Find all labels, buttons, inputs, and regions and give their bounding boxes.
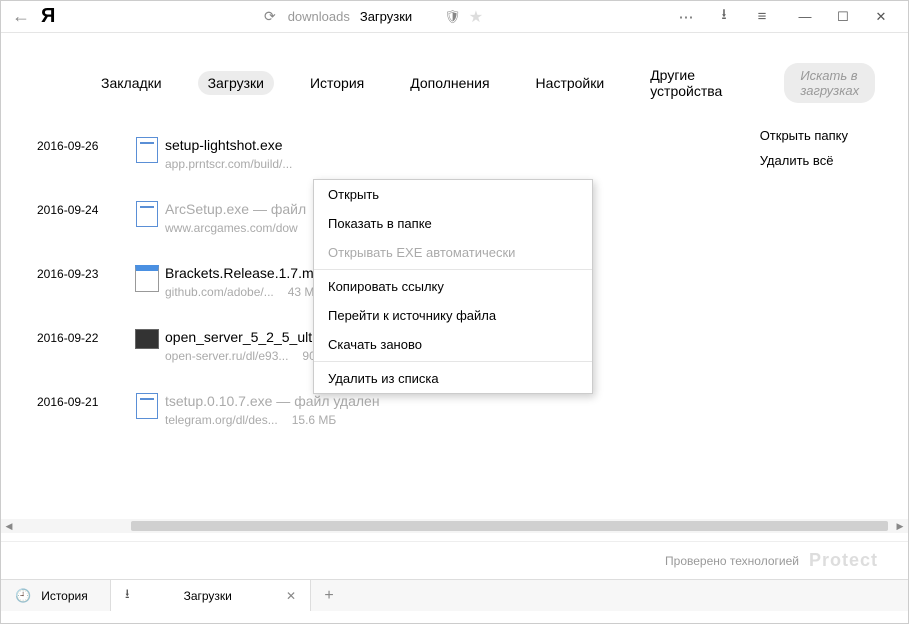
bottom-tab-bar: 🕘 История ⭳ Загрузки ✕ + bbox=[1, 579, 908, 611]
address-label: downloads bbox=[288, 9, 350, 24]
bookmark-star-icon[interactable]: ★ bbox=[469, 7, 483, 27]
context-menu: Открыть Показать в папке Открывать EXE а… bbox=[313, 179, 593, 394]
maximize-button[interactable]: ☐ bbox=[828, 2, 858, 32]
menu-remove[interactable]: Удалить из списка bbox=[314, 364, 592, 393]
bottom-tab-label: Загрузки bbox=[140, 589, 276, 603]
menu-icon[interactable]: ≡ bbox=[752, 8, 772, 25]
file-icon bbox=[129, 137, 165, 165]
reload-icon[interactable]: ⟳ bbox=[264, 8, 276, 25]
more-icon[interactable]: ⋯ bbox=[676, 8, 696, 26]
scroll-right-arrow[interactable]: ▶ bbox=[892, 519, 908, 533]
browser-logo[interactable]: Я bbox=[41, 5, 71, 28]
download-date: 2016-09-23 bbox=[37, 265, 129, 281]
shield-icon[interactable]: 🛡 bbox=[444, 9, 461, 25]
footer-status: Проверено технологией Protect bbox=[1, 541, 908, 579]
download-size: 15.6 МБ bbox=[292, 413, 337, 427]
download-source: app.prntscr.com/build/... bbox=[165, 157, 292, 171]
horizontal-scrollbar[interactable]: ◀ ▶ bbox=[1, 519, 908, 533]
close-tab-icon[interactable]: ✕ bbox=[286, 589, 296, 603]
protect-brand: Protect bbox=[809, 550, 878, 571]
titlebar: ← Я ⟳ downloads Загрузки 🛡 ★ ⋯ ⭳ ≡ — ☐ ✕ bbox=[1, 1, 908, 33]
nav-tabs: Закладки Загрузки История Дополнения Нас… bbox=[1, 33, 908, 123]
download-source: open-server.ru/dl/e93... bbox=[165, 349, 288, 363]
bottom-tab-downloads[interactable]: ⭳ Загрузки ✕ bbox=[111, 580, 311, 611]
download-icon: ⭳ bbox=[125, 585, 130, 607]
menu-separator bbox=[314, 269, 592, 270]
address-title: Загрузки bbox=[360, 9, 412, 24]
scroll-thumb[interactable] bbox=[131, 521, 888, 531]
bottom-tab-label: История bbox=[41, 589, 88, 603]
download-date: 2016-09-22 bbox=[37, 329, 129, 345]
minimize-button[interactable]: — bbox=[790, 2, 820, 32]
tab-history[interactable]: История bbox=[300, 71, 374, 95]
app-icon bbox=[129, 265, 165, 293]
tab-bookmarks[interactable]: Закладки bbox=[91, 71, 172, 95]
terminal-icon bbox=[129, 329, 165, 357]
download-date: 2016-09-24 bbox=[37, 201, 129, 217]
download-source: github.com/adobe/... bbox=[165, 285, 274, 299]
content-area: Закладки Загрузки История Дополнения Нас… bbox=[1, 33, 908, 579]
new-tab-button[interactable]: + bbox=[311, 580, 347, 611]
tab-downloads[interactable]: Загрузки bbox=[198, 71, 274, 95]
scroll-left-arrow[interactable]: ◀ bbox=[1, 519, 17, 533]
download-date: 2016-09-21 bbox=[37, 393, 129, 409]
open-folder-link[interactable]: Открыть папку bbox=[760, 128, 848, 143]
back-button[interactable]: ← bbox=[1, 6, 41, 27]
tab-devices[interactable]: Другие устройства bbox=[640, 63, 732, 103]
menu-auto-open-exe: Открывать EXE автоматически bbox=[314, 238, 592, 267]
download-filename: tsetup.0.10.7.exe — файл удален bbox=[165, 393, 872, 409]
address-bar[interactable]: ⟳ downloads Загрузки 🛡 ★ bbox=[71, 5, 676, 28]
menu-separator bbox=[314, 361, 592, 362]
side-actions: Открыть папку Удалить всё bbox=[760, 128, 848, 178]
file-icon bbox=[129, 393, 165, 421]
menu-show-in-folder[interactable]: Показать в папке bbox=[314, 209, 592, 238]
clock-icon: 🕘 bbox=[15, 588, 31, 604]
download-date: 2016-09-26 bbox=[37, 137, 129, 153]
status-text: Проверено технологией bbox=[665, 554, 799, 568]
download-row[interactable]: 2016-09-26 setup-lightshot.exe app.prnts… bbox=[37, 123, 872, 187]
close-window-button[interactable]: ✕ bbox=[866, 2, 896, 32]
file-icon bbox=[129, 201, 165, 229]
menu-redownload[interactable]: Скачать заново bbox=[314, 330, 592, 359]
tab-settings[interactable]: Настройки bbox=[526, 71, 615, 95]
menu-copy-link[interactable]: Копировать ссылку bbox=[314, 272, 592, 301]
menu-open[interactable]: Открыть bbox=[314, 180, 592, 209]
download-source: www.arcgames.com/dow bbox=[165, 221, 298, 235]
tab-addons[interactable]: Дополнения bbox=[400, 71, 499, 95]
downloads-icon[interactable]: ⭳ bbox=[714, 4, 734, 29]
menu-go-to-source[interactable]: Перейти к источнику файла bbox=[314, 301, 592, 330]
delete-all-link[interactable]: Удалить всё bbox=[760, 153, 848, 168]
download-source: telegram.org/dl/des... bbox=[165, 413, 278, 427]
bottom-tab-history[interactable]: 🕘 История bbox=[1, 580, 111, 611]
search-input[interactable]: Искать в загрузках bbox=[784, 63, 875, 103]
